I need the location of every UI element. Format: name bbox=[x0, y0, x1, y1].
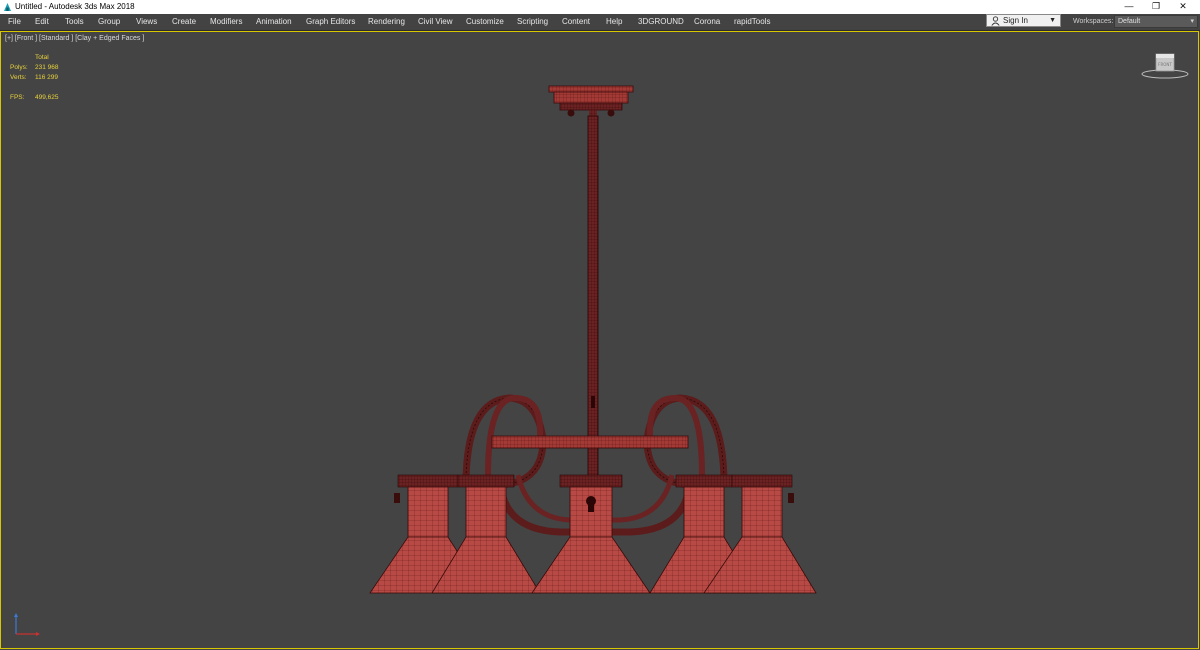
menu-animation[interactable]: Animation bbox=[256, 14, 292, 30]
sign-in-label: Sign In bbox=[1003, 16, 1028, 25]
menu-civil-view[interactable]: Civil View bbox=[418, 14, 453, 30]
stats-verts-value: 116 299 bbox=[35, 74, 59, 81]
sign-in-dropdown[interactable]: Sign In ▼ bbox=[986, 14, 1061, 27]
menu-file[interactable]: File bbox=[8, 14, 21, 30]
chevron-down-icon: ▼ bbox=[1049, 17, 1056, 24]
stats-polys-label: Polys: bbox=[10, 64, 28, 71]
viewcube-icon[interactable]: FRONT bbox=[1140, 52, 1190, 82]
menu-content[interactable]: Content bbox=[562, 14, 590, 30]
stats-verts-label: Verts: bbox=[10, 74, 27, 81]
workspaces-label: Workspaces: bbox=[1073, 18, 1114, 25]
axis-gizmo-icon bbox=[14, 613, 40, 636]
stats-fps-label: FPS: bbox=[10, 94, 25, 101]
title-bar: Untitled - Autodesk 3ds Max 2018 — ❐ ✕ bbox=[0, 0, 1200, 14]
menu-corona[interactable]: Corona bbox=[694, 14, 720, 30]
chevron-down-icon: ▾ bbox=[1190, 18, 1194, 25]
user-icon bbox=[991, 16, 1000, 26]
3ds-max-icon bbox=[4, 3, 11, 11]
menu-3dground[interactable]: 3DGROUND bbox=[638, 14, 684, 30]
menu-rapidtools[interactable]: rapidTools bbox=[734, 14, 770, 30]
menu-tools[interactable]: Tools bbox=[65, 14, 84, 30]
stats-total-label: Total bbox=[35, 54, 49, 61]
minimize-button[interactable]: — bbox=[1118, 0, 1140, 14]
menu-views[interactable]: Views bbox=[136, 14, 157, 30]
menu-create[interactable]: Create bbox=[172, 14, 196, 30]
viewport-label[interactable]: [+] [Front ] [Standard ] [Clay + Edged F… bbox=[5, 35, 144, 42]
workspace-value: Default bbox=[1118, 18, 1141, 25]
menu-help[interactable]: Help bbox=[606, 14, 622, 30]
stats-polys-value: 231 968 bbox=[35, 64, 59, 71]
workspace-select[interactable]: Default ▾ bbox=[1114, 15, 1198, 28]
svg-text:FRONT: FRONT bbox=[1158, 62, 1172, 67]
menu-rendering[interactable]: Rendering bbox=[368, 14, 405, 30]
window-title: Untitled - Autodesk 3ds Max 2018 bbox=[15, 2, 135, 11]
menu-scripting[interactable]: Scripting bbox=[517, 14, 548, 30]
close-button[interactable]: ✕ bbox=[1172, 0, 1194, 14]
restore-button[interactable]: ❐ bbox=[1145, 0, 1167, 14]
menu-customize[interactable]: Customize bbox=[466, 14, 504, 30]
menu-group[interactable]: Group bbox=[98, 14, 120, 30]
menu-modifiers[interactable]: Modifiers bbox=[210, 14, 242, 30]
menu-edit[interactable]: Edit bbox=[35, 14, 49, 30]
menu-graph-editors[interactable]: Graph Editors bbox=[306, 14, 355, 30]
chandelier-wireframe[interactable] bbox=[360, 80, 830, 605]
stats-fps-value: 499,625 bbox=[35, 94, 59, 101]
